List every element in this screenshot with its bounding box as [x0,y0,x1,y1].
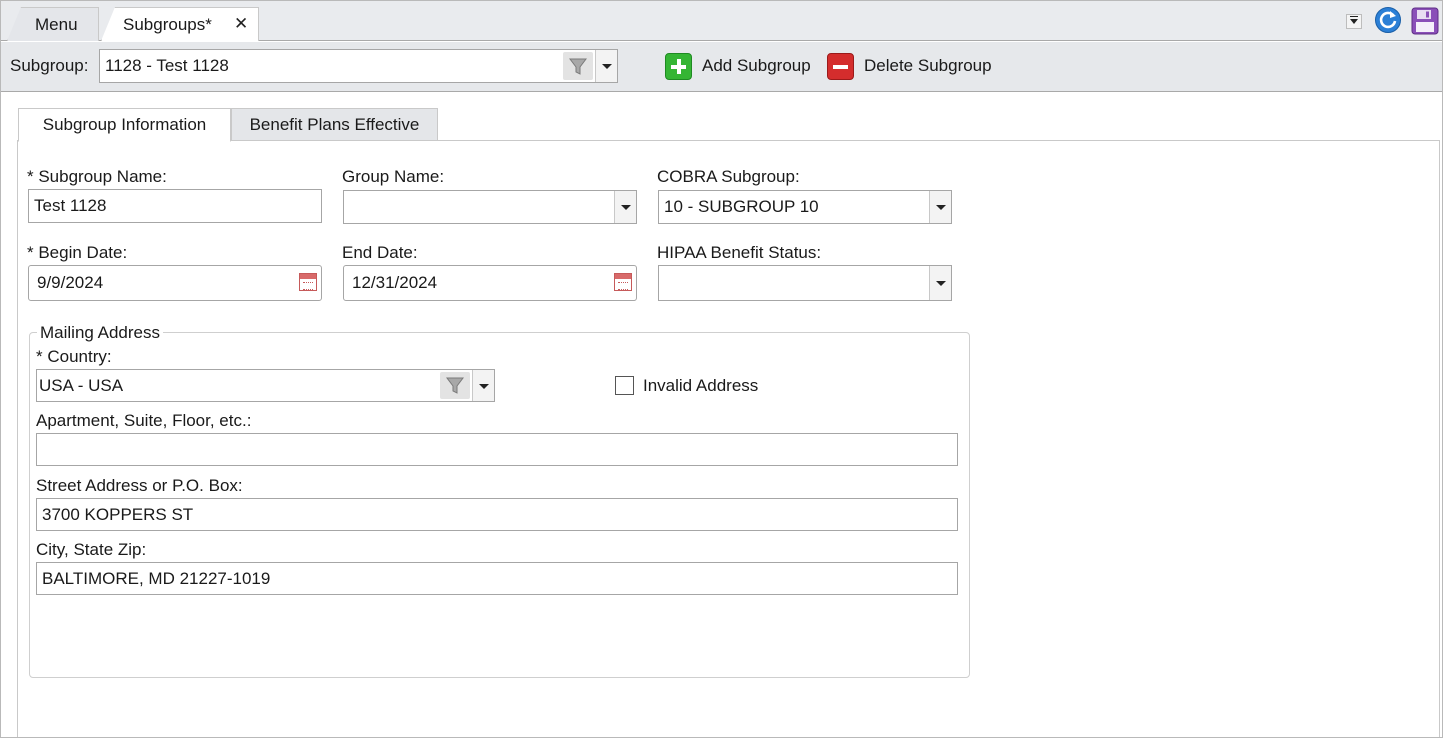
delete-subgroup-label: Delete Subgroup [864,56,992,75]
begin-date-field[interactable]: 9/9/2024 [28,265,322,301]
tab-subgroups-label: Subgroups* [123,14,212,34]
chevron-down-icon[interactable] [595,50,617,82]
tab-benefit-plans-effective-label: Benefit Plans Effective [249,114,420,134]
mailing-address-legend: Mailing Address [37,323,164,343]
tab-subgroup-information[interactable]: Subgroup Information [18,108,231,142]
subgroup-selector-value: 1128 - Test 1128 [105,56,229,75]
document-tab-strip: Menu Subgroups* ✕ [1,1,1442,41]
cobra-subgroup-select[interactable]: 10 - SUBGROUP 10 [658,190,952,224]
subgroup-selector-label: Subgroup: [10,56,89,75]
group-name-label: Group Name: [342,167,445,186]
tab-subgroups[interactable]: Subgroups* ✕ [101,7,259,41]
dropdown-icon[interactable] [1346,14,1362,29]
subgroup-name-field[interactable]: Test 1128 [28,189,322,223]
end-date-value: 12/31/2024 [352,273,438,292]
street-address-label: Street Address or P.O. Box: [36,476,243,495]
street-address-value: 3700 KOPPERS ST [42,504,194,524]
hipaa-status-label: HIPAA Benefit Status: [657,243,822,262]
save-icon[interactable] [1411,7,1439,35]
filter-icon[interactable] [563,52,593,80]
chevron-down-icon[interactable] [614,191,636,223]
chevron-down-icon[interactable] [929,191,951,223]
delete-subgroup-button[interactable]: Delete Subgroup [827,52,992,80]
invalid-address-checkbox[interactable] [615,376,634,395]
calendar-icon[interactable] [614,273,632,291]
subgroup-name-value: Test 1128 [34,196,107,215]
subgroup-name-label: * Subgroup Name: [27,167,167,186]
tab-benefit-plans-effective[interactable]: Benefit Plans Effective [231,108,438,141]
city-state-zip-label: City, State Zip: [36,540,147,559]
tab-menu[interactable]: Menu [7,7,99,41]
tab-subgroup-information-label: Subgroup Information [42,115,207,134]
country-label: * Country: [36,347,112,366]
tab-menu-label: Menu [35,14,78,34]
delete-icon [827,52,854,80]
street-address-field[interactable]: 3700 KOPPERS ST [36,498,958,531]
refresh-icon[interactable] [1374,6,1402,34]
apartment-field[interactable] [36,433,958,466]
add-icon [665,52,692,80]
group-name-select[interactable] [343,190,637,224]
cobra-subgroup-value: 10 - SUBGROUP 10 [664,197,819,216]
chevron-down-icon[interactable] [929,266,951,300]
begin-date-value: 9/9/2024 [37,273,104,292]
end-date-field[interactable]: 12/31/2024 [343,265,637,301]
country-select[interactable]: USA - USA [36,369,495,402]
filter-icon[interactable] [440,372,470,399]
end-date-label: End Date: [342,243,418,262]
calendar-icon[interactable] [299,273,317,291]
hipaa-status-select[interactable] [658,265,952,301]
city-state-zip-value: BALTIMORE, MD 21227-1019 [42,568,271,588]
add-subgroup-label: Add Subgroup [702,56,811,75]
country-value: USA - USA [39,375,124,395]
cobra-subgroup-label: COBRA Subgroup: [657,167,800,186]
chevron-down-icon[interactable] [472,370,494,401]
close-icon[interactable]: ✕ [234,14,248,34]
begin-date-label: * Begin Date: [27,243,128,262]
invalid-address-label: Invalid Address [643,376,759,395]
city-state-zip-field[interactable]: BALTIMORE, MD 21227-1019 [36,562,958,595]
apartment-label: Apartment, Suite, Floor, etc.: [36,411,252,430]
toolbar: Subgroup: 1128 - Test 1128 Add Subgroup … [1,42,1442,92]
add-subgroup-button[interactable]: Add Subgroup [665,52,811,80]
subgroup-selector[interactable]: 1128 - Test 1128 [99,49,618,83]
